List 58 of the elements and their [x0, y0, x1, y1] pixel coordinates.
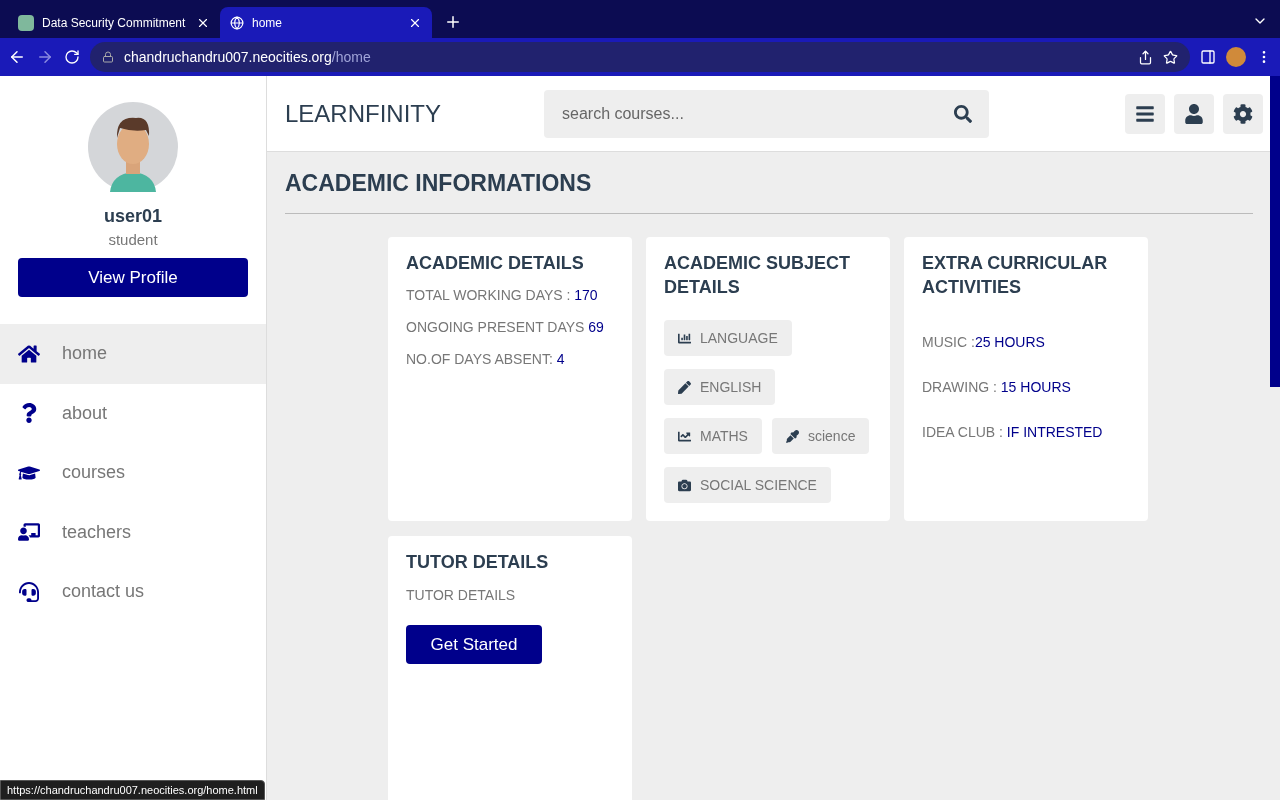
nav-item[interactable]: home: [0, 324, 266, 384]
side-panel-icon[interactable]: [1200, 49, 1216, 65]
subject-chip[interactable]: MATHS: [664, 418, 762, 454]
detail-text: TUTOR DETAILS: [406, 587, 517, 603]
tab-title: Data Security Commitment: [42, 15, 187, 30]
camera-icon: [678, 478, 691, 492]
menu-button[interactable]: [1125, 93, 1165, 134]
dropper-icon: [785, 429, 799, 443]
search-icon[interactable]: [954, 104, 972, 123]
user-role: student: [108, 231, 158, 248]
subject-chip[interactable]: LANGUAGE: [664, 320, 792, 356]
search-field[interactable]: search courses...: [544, 89, 989, 138]
pencil-icon: [678, 380, 691, 394]
back-icon[interactable]: [8, 48, 26, 66]
detail-text: TOTAL WORKING DAYS : 170: [406, 287, 599, 303]
detail-text: DRAWING : 15 HOURS: [922, 379, 1072, 395]
page-title: ACADEMIC INFORMATIONS: [285, 170, 1253, 214]
view-profile-button[interactable]: View Profile: [18, 258, 248, 297]
reload-icon[interactable]: [64, 49, 80, 65]
card-title: ACADEMIC SUBJECT DETAILS: [664, 252, 851, 299]
card-title: TUTOR DETAILS: [406, 551, 550, 574]
new-tab-icon[interactable]: [444, 13, 462, 31]
share-icon[interactable]: [1138, 49, 1153, 65]
subject-chip[interactable]: science: [771, 418, 870, 454]
browser-tab[interactable]: home: [220, 7, 432, 38]
line-chart-icon: [678, 429, 691, 443]
subject-chip[interactable]: SOCIAL SCIENCE: [664, 467, 831, 503]
detail-text: ONGOING PRESENT DAYS 69: [406, 319, 605, 335]
get-started-button[interactable]: Get Started: [406, 625, 542, 664]
card-title: EXTRA CURRICULAR ACTIVITIES: [922, 252, 1109, 299]
browser-tab[interactable]: Data Security Commitment: [8, 7, 220, 38]
user-icon: [1184, 103, 1204, 124]
detail-text: MUSIC :25 HOURS: [922, 334, 1046, 350]
address-bar[interactable]: chandruchandru007.neocities.org/home: [90, 42, 1190, 72]
card-title: ACADEMIC DETAILS: [406, 252, 585, 275]
star-icon[interactable]: [1163, 49, 1178, 65]
tab-favicon-icon: [18, 14, 34, 31]
profile-avatar-icon[interactable]: [1226, 47, 1246, 67]
user-name: user01: [103, 206, 162, 227]
subject-chip[interactable]: ENGLISH: [664, 369, 776, 405]
teacher-board-icon: [18, 522, 40, 543]
headset-icon: [18, 581, 40, 602]
logo-text[interactable]: LEARNFINITY: [285, 99, 544, 128]
settings-icon: [1233, 103, 1253, 124]
globe-icon: [230, 15, 244, 30]
status-url: https://chandruchandru007.neocities.org/home.html: [0, 780, 265, 800]
detail-text: NO.OF DAYS ABSENT: 4: [406, 351, 566, 367]
lock-icon: [102, 51, 114, 63]
settings-button[interactable]: [1223, 93, 1263, 134]
bar-chart-icon: [678, 331, 691, 345]
menu-icon: [1135, 103, 1155, 124]
forward-icon[interactable]: [36, 48, 54, 66]
url-text: chandruchandru007.neocities.org/home: [124, 49, 371, 65]
detail-text: IDEA CLUB : IF INTRESTED: [922, 424, 1104, 440]
scrollbar-thumb[interactable]: [1270, 76, 1280, 387]
home-icon: [18, 343, 40, 364]
user-button[interactable]: [1174, 93, 1214, 134]
tab-title: home: [252, 15, 284, 30]
